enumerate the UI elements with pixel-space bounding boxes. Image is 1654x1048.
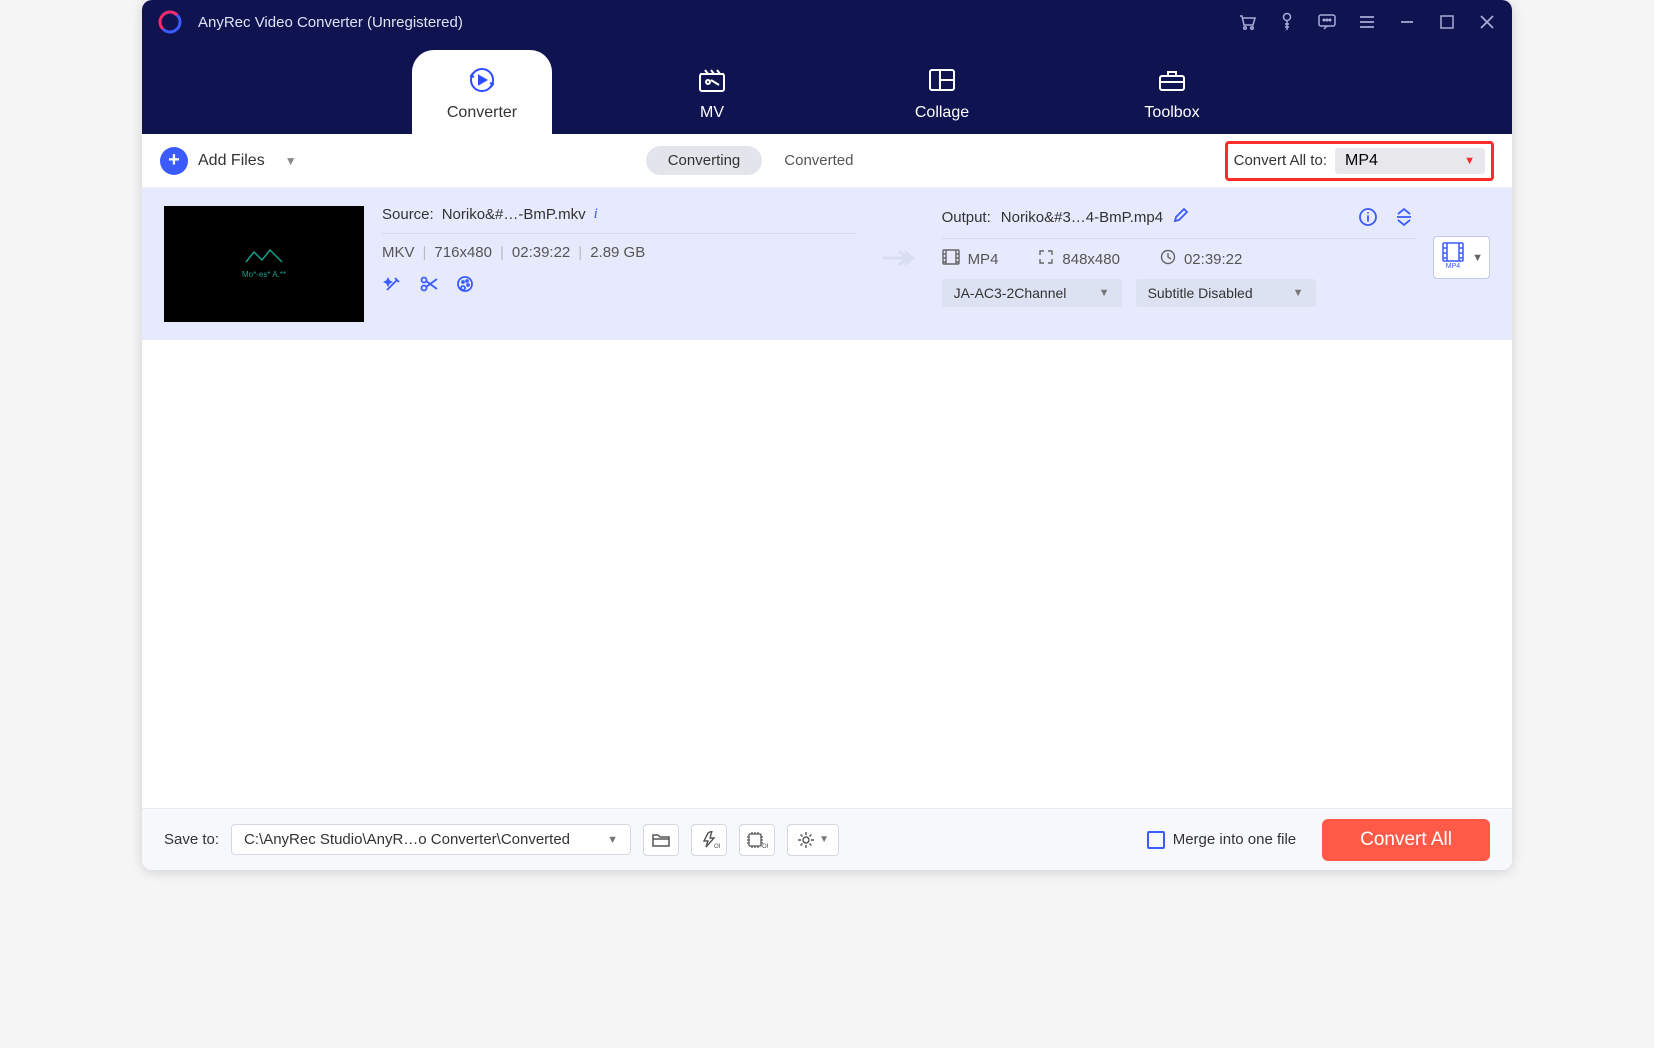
tab-toolbox[interactable]: Toolbox: [1102, 62, 1242, 134]
toolbar: + Add Files ▼ Converting Converted Conve…: [142, 134, 1512, 188]
effects-icon[interactable]: [454, 273, 476, 295]
source-column: Source: Noriko&#…-BmP.mkv i MKV| 716x480…: [382, 206, 856, 295]
info-icon[interactable]: i: [594, 206, 598, 223]
convert-all-button[interactable]: Convert All: [1322, 819, 1490, 861]
chevron-down-icon: ▼: [819, 834, 829, 845]
convert-all-label: Convert All to:: [1234, 152, 1327, 169]
output-format-button[interactable]: MP4 ▼: [1433, 236, 1490, 279]
chevron-down-icon: ▼: [1099, 287, 1110, 299]
toolbox-icon: [1102, 62, 1242, 98]
converter-icon: [412, 62, 552, 98]
merge-checkbox[interactable]: Merge into one file: [1147, 831, 1296, 849]
tab-mv[interactable]: MV: [642, 62, 782, 134]
menu-icon[interactable]: [1356, 11, 1378, 33]
app-title: AnyRec Video Converter (Unregistered): [198, 14, 463, 31]
convert-all-value: MP4: [1345, 152, 1378, 170]
footer: Save to: C:\AnyRec Studio\AnyR…o Convert…: [142, 808, 1512, 870]
add-files-button[interactable]: + Add Files ▼: [160, 147, 297, 175]
svg-text:OFF: OFF: [762, 844, 768, 849]
convert-all-format: Convert All to: MP4 ▼: [1225, 141, 1494, 181]
chevron-down-icon: ▼: [285, 154, 297, 168]
output-duration: 02:39:22: [1184, 251, 1242, 268]
titlebar-icons: [1236, 11, 1498, 33]
save-to-label: Save to:: [164, 831, 219, 848]
output-resolution: 848x480: [1062, 251, 1120, 268]
source-duration: 02:39:22: [512, 244, 570, 261]
tab-collage[interactable]: Collage: [872, 62, 1012, 134]
save-path-dropdown[interactable]: C:\AnyRec Studio\AnyR…o Converter\Conver…: [231, 824, 631, 855]
subtitle-dropdown[interactable]: Subtitle Disabled▼: [1136, 279, 1316, 307]
divider: [382, 233, 856, 234]
plus-icon: +: [160, 147, 188, 175]
queue-subtabs: Converting Converted: [646, 146, 876, 175]
queue-item: Mo*-es* A.** Source: Noriko&#…-BmP.mkv i…: [142, 188, 1512, 340]
save-path-value: C:\AnyRec Studio\AnyR…o Converter\Conver…: [244, 831, 570, 848]
resolution-icon: [1038, 249, 1054, 269]
trim-icon[interactable]: [418, 273, 440, 295]
output-dropdowns: JA-AC3-2Channel▼ Subtitle Disabled▼: [942, 279, 1416, 307]
divider: [942, 238, 1416, 239]
source-actions: [382, 273, 856, 295]
source-resolution: 716x480: [434, 244, 492, 261]
svg-text:OFF: OFF: [714, 844, 720, 849]
source-prefix: Source:: [382, 206, 434, 223]
feedback-icon[interactable]: [1316, 11, 1338, 33]
merge-label: Merge into one file: [1173, 831, 1296, 848]
output-line: Output: Noriko&#3…4-BmP.mp4: [942, 206, 1416, 238]
settings-button[interactable]: ▼: [787, 824, 839, 856]
source-meta: MKV| 716x480| 02:39:22| 2.89 GB: [382, 244, 856, 261]
media-info-icon[interactable]: [1357, 206, 1379, 228]
output-column: Output: Noriko&#3…4-BmP.mp4 MP4 848x480 …: [942, 206, 1416, 307]
key-icon[interactable]: [1276, 11, 1298, 33]
subtab-converting[interactable]: Converting: [646, 146, 763, 175]
output-filename: Noriko&#3…4-BmP.mp4: [1001, 209, 1163, 226]
thumbnail-watermark: Mo*-es* A.**: [242, 248, 286, 280]
output-format: MP4: [968, 251, 999, 268]
chevron-down-icon: ▼: [1293, 287, 1304, 299]
arrow-icon: [874, 206, 924, 270]
compress-icon[interactable]: [1393, 206, 1415, 228]
checkbox-icon: [1147, 831, 1165, 849]
source-line: Source: Noriko&#…-BmP.mkv i: [382, 206, 856, 233]
minimize-icon[interactable]: [1396, 11, 1418, 33]
conversion-queue: Mo*-es* A.** Source: Noriko&#…-BmP.mkv i…: [142, 188, 1512, 808]
tab-converter[interactable]: Converter: [412, 50, 552, 134]
chevron-down-icon: ▼: [607, 834, 618, 846]
add-files-label: Add Files: [198, 152, 265, 170]
clock-icon: [1160, 249, 1176, 269]
open-folder-button[interactable]: [643, 824, 679, 856]
close-icon[interactable]: [1476, 11, 1498, 33]
enhance-icon[interactable]: [382, 273, 404, 295]
convert-all-dropdown[interactable]: MP4 ▼: [1335, 148, 1485, 174]
main-nav: Converter MV Collage Toolbox: [142, 44, 1512, 134]
source-size: 2.89 GB: [590, 244, 645, 261]
chevron-down-icon: ▼: [1464, 155, 1475, 167]
cart-icon[interactable]: [1236, 11, 1258, 33]
app-window: AnyRec Video Converter (Unregistered) Co…: [142, 0, 1512, 870]
mv-icon: [642, 62, 782, 98]
high-speed-button[interactable]: OFF: [739, 824, 775, 856]
output-meta: MP4 848x480 02:39:22: [942, 249, 1416, 269]
gpu-accel-button[interactable]: OFF: [691, 824, 727, 856]
svg-text:MP4: MP4: [1446, 263, 1461, 269]
maximize-icon[interactable]: [1436, 11, 1458, 33]
collage-icon: [872, 62, 1012, 98]
titlebar: AnyRec Video Converter (Unregistered): [142, 0, 1512, 44]
output-prefix: Output:: [942, 209, 991, 226]
source-format: MKV: [382, 244, 415, 261]
film-icon: [942, 249, 960, 269]
edit-icon[interactable]: [1173, 207, 1189, 227]
format-mp4-icon: MP4: [1440, 241, 1466, 274]
app-logo-icon: [156, 8, 184, 36]
source-filename: Noriko&#…-BmP.mkv: [442, 206, 586, 223]
subtab-converted[interactable]: Converted: [762, 146, 875, 175]
audio-track-dropdown[interactable]: JA-AC3-2Channel▼: [942, 279, 1122, 307]
chevron-down-icon: ▼: [1472, 252, 1483, 264]
video-thumbnail[interactable]: Mo*-es* A.**: [164, 206, 364, 322]
